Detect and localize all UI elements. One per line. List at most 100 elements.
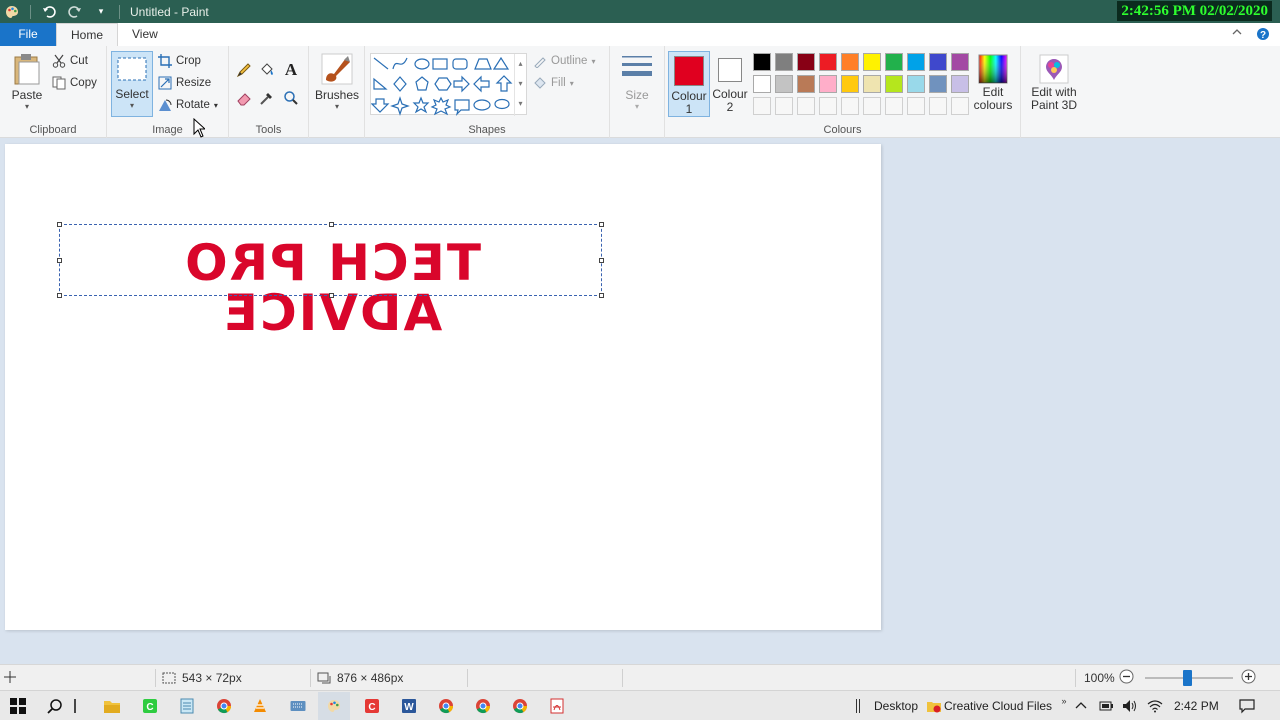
taskbar-clock[interactable]: 2:42 PM xyxy=(1174,699,1219,713)
color-picker-icon[interactable] xyxy=(257,88,277,108)
colour-swatch[interactable] xyxy=(841,75,859,93)
volume-icon[interactable] xyxy=(1121,697,1139,715)
redo-icon[interactable] xyxy=(67,4,83,20)
eraser-icon[interactable] xyxy=(234,88,254,108)
chrome-icon[interactable] xyxy=(215,697,233,715)
paint-taskbar-button[interactable] xyxy=(318,692,350,720)
resize-handle[interactable] xyxy=(57,293,62,298)
tab-view[interactable]: View xyxy=(118,23,172,46)
shapes-scroll[interactable]: ▴ ▾ ▾ xyxy=(514,54,526,116)
notifications-icon[interactable] xyxy=(1238,697,1256,715)
magnifier-icon[interactable] xyxy=(281,88,301,108)
custom-colour-slot[interactable] xyxy=(929,97,947,115)
custom-colour-slot[interactable] xyxy=(885,97,903,115)
colour-swatch[interactable] xyxy=(951,53,969,71)
colour-swatch[interactable] xyxy=(775,75,793,93)
colour-swatch[interactable] xyxy=(797,53,815,71)
resize-handle[interactable] xyxy=(329,293,334,298)
keyboard-icon[interactable] xyxy=(289,697,307,715)
creative-cloud-icon[interactable] xyxy=(925,697,943,715)
drawing-canvas[interactable]: TECH PRO ADVICE xyxy=(5,144,881,630)
colour-swatch[interactable] xyxy=(907,53,925,71)
resize-handle[interactable] xyxy=(329,222,334,227)
pencil-icon[interactable] xyxy=(234,60,254,80)
pdf-icon[interactable] xyxy=(548,697,566,715)
colour-swatch[interactable] xyxy=(951,75,969,93)
resize-handle[interactable] xyxy=(599,293,604,298)
colour2-button[interactable]: Colour 2 xyxy=(712,51,748,117)
resize-handle[interactable] xyxy=(599,258,604,263)
word-icon[interactable]: W xyxy=(400,697,418,715)
custom-colour-slot[interactable] xyxy=(797,97,815,115)
chrome-profile-icon[interactable] xyxy=(474,697,492,715)
colour-swatch[interactable] xyxy=(885,75,903,93)
custom-colour-slot[interactable] xyxy=(775,97,793,115)
resize-button[interactable]: Resize xyxy=(158,76,211,90)
edit-colours-button[interactable]: Edit colours xyxy=(973,54,1013,112)
copy-button[interactable]: Copy xyxy=(52,76,97,90)
desktop-toolbar[interactable]: Desktop xyxy=(874,699,918,713)
resize-handle[interactable] xyxy=(57,258,62,263)
paste-button[interactable]: Paste ▾ xyxy=(10,52,44,111)
notepad-icon[interactable] xyxy=(178,697,196,715)
colour-swatch[interactable] xyxy=(863,75,881,93)
select-button[interactable]: Select ▾ xyxy=(111,51,153,117)
custom-colour-slot[interactable] xyxy=(841,97,859,115)
size-button[interactable]: Size ▾ xyxy=(618,54,656,111)
custom-colour-slot[interactable] xyxy=(951,97,969,115)
zoom-out-button[interactable] xyxy=(1119,669,1134,684)
paint-app-icon[interactable] xyxy=(4,4,20,20)
wifi-icon[interactable] xyxy=(1146,697,1164,715)
edit-with-paint3d-button[interactable]: Edit with Paint 3D xyxy=(1025,54,1083,112)
file-explorer-icon[interactable] xyxy=(103,697,121,715)
creative-cloud-files-toolbar[interactable]: Creative Cloud Files xyxy=(944,699,1052,713)
colour-swatch[interactable] xyxy=(929,75,947,93)
custom-colour-slot[interactable] xyxy=(863,97,881,115)
custom-colour-slot[interactable] xyxy=(819,97,837,115)
colour-swatch[interactable] xyxy=(885,53,903,71)
windows-start-icon[interactable] xyxy=(9,697,27,715)
help-icon[interactable]: ? xyxy=(1256,27,1270,44)
fill-bucket-icon[interactable] xyxy=(257,60,277,80)
outline-button[interactable]: Outline ▾ xyxy=(533,54,595,68)
resize-handle[interactable] xyxy=(57,222,62,227)
chrome-profile-icon[interactable] xyxy=(437,697,455,715)
fill-button[interactable]: Fill ▾ xyxy=(533,76,574,90)
custom-colour-slot[interactable] xyxy=(907,97,925,115)
colour1-button[interactable]: Colour 1 xyxy=(668,51,710,117)
minimize-ribbon-icon[interactable] xyxy=(1232,27,1242,44)
undo-icon[interactable] xyxy=(41,4,57,20)
colour-swatch[interactable] xyxy=(819,53,837,71)
cut-button[interactable]: Cut xyxy=(52,54,88,68)
screen-recorder-icon[interactable]: C xyxy=(363,697,381,715)
tab-home[interactable]: Home xyxy=(56,23,119,46)
colour-swatch[interactable] xyxy=(753,53,771,71)
search-icon[interactable] xyxy=(46,697,64,715)
colour-swatch[interactable] xyxy=(819,75,837,93)
rotate-button[interactable]: Rotate ▾ xyxy=(158,98,218,112)
zoom-in-button[interactable] xyxy=(1241,669,1256,684)
colour-swatch[interactable] xyxy=(753,75,771,93)
task-view-icon[interactable] xyxy=(72,697,78,715)
colour-swatch[interactable] xyxy=(929,53,947,71)
crop-button[interactable]: Crop xyxy=(158,54,201,68)
brushes-button[interactable]: Brushes ▾ xyxy=(315,52,359,111)
colour-swatch[interactable] xyxy=(775,53,793,71)
selection-box[interactable] xyxy=(57,222,604,298)
customize-toolbar-icon[interactable]: ▾ xyxy=(93,4,109,20)
show-hidden-icons-icon[interactable] xyxy=(1072,697,1090,715)
resize-handle[interactable] xyxy=(599,222,604,227)
zoom-slider-thumb[interactable] xyxy=(1183,670,1192,686)
chrome-profile-icon[interactable] xyxy=(511,697,529,715)
custom-colour-slot[interactable] xyxy=(753,97,771,115)
vlc-icon[interactable] xyxy=(251,697,269,715)
text-tool-icon[interactable]: A xyxy=(281,60,301,80)
colour-swatch[interactable] xyxy=(797,75,815,93)
colour-swatch[interactable] xyxy=(841,53,859,71)
camtasia-icon[interactable]: C xyxy=(141,697,159,715)
colour-swatch[interactable] xyxy=(863,53,881,71)
tab-file[interactable]: File xyxy=(0,23,56,46)
toolbar-overflow-icon[interactable]: » xyxy=(1055,692,1073,710)
colour-swatch[interactable] xyxy=(907,75,925,93)
battery-icon[interactable] xyxy=(1097,697,1115,715)
